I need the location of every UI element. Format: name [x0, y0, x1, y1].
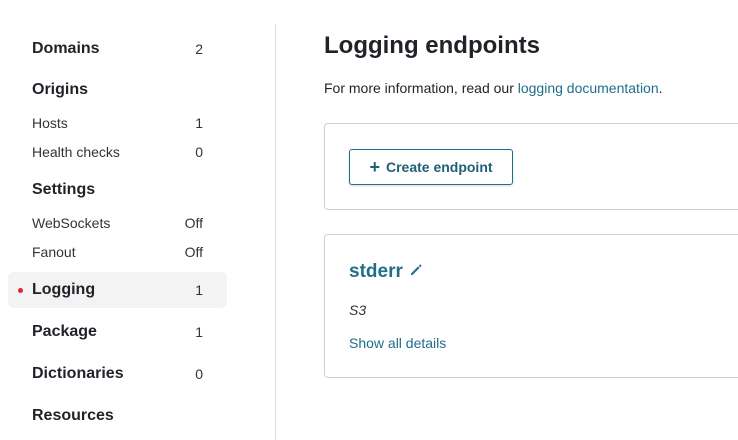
sidebar-item-count: 1 — [195, 324, 203, 340]
sidebar-item-websockets[interactable]: WebSockets Off — [8, 212, 227, 234]
sidebar-item-logging[interactable]: Logging 1 — [8, 272, 227, 308]
sidebar-item-label: Hosts — [32, 115, 68, 131]
sidebar-item-label: Logging — [32, 281, 96, 298]
sidebar-item-hosts[interactable]: Hosts 1 — [8, 112, 227, 134]
sidebar-item-count: 0 — [195, 366, 203, 382]
endpoint-title: stderr — [349, 261, 423, 283]
sidebar: Domains 2 Origins Hosts 1 Health checks … — [0, 0, 276, 440]
endpoint-type: S3 — [349, 302, 367, 318]
sidebar-item-health-checks[interactable]: Health checks 0 — [8, 141, 227, 163]
sidebar-item-label: Package — [32, 323, 97, 340]
intro-text: For more information, read our logging d… — [324, 80, 663, 96]
sidebar-item-package[interactable]: Package 1 — [8, 319, 227, 345]
sidebar-item-count: 2 — [195, 41, 203, 57]
endpoint-name[interactable]: stderr — [349, 261, 403, 283]
show-all-details-link[interactable]: Show all details — [349, 335, 446, 351]
create-endpoint-card: + Create endpoint — [324, 123, 738, 210]
page-title: Logging endpoints — [324, 32, 540, 59]
create-endpoint-button[interactable]: + Create endpoint — [349, 149, 513, 185]
plus-icon: + — [369, 157, 380, 177]
sidebar-item-count: Off — [184, 215, 203, 231]
sidebar-item-count: 1 — [195, 115, 203, 131]
sidebar-heading-resources: Resources — [32, 407, 114, 424]
endpoint-card: stderr S3 Show all details — [324, 234, 738, 378]
sidebar-item-count: 0 — [195, 144, 203, 160]
sidebar-item-count: Off — [184, 244, 203, 260]
sidebar-item-fanout[interactable]: Fanout Off — [8, 241, 227, 263]
sidebar-item-label: Domains — [32, 40, 100, 57]
sidebar-item-label: Dictionaries — [32, 365, 124, 382]
sidebar-item-count: 1 — [195, 282, 203, 298]
sidebar-heading-origins: Origins — [32, 81, 89, 98]
sidebar-item-label: Fanout — [32, 244, 76, 260]
create-endpoint-label: Create endpoint — [385, 159, 493, 175]
pencil-icon[interactable] — [409, 261, 423, 283]
logging-documentation-link[interactable]: logging documentation — [518, 80, 659, 96]
sidebar-item-domains[interactable]: Domains 2 — [8, 36, 227, 62]
intro-suffix: . — [658, 80, 663, 96]
sidebar-item-dictionaries[interactable]: Dictionaries 0 — [8, 361, 227, 387]
active-indicator-dot — [18, 287, 23, 293]
sidebar-divider — [275, 24, 276, 440]
sidebar-item-label: WebSockets — [32, 215, 111, 231]
sidebar-heading-settings: Settings — [32, 181, 96, 198]
sidebar-item-label: Health checks — [32, 144, 120, 160]
intro-prefix: For more information, read our — [324, 80, 518, 96]
